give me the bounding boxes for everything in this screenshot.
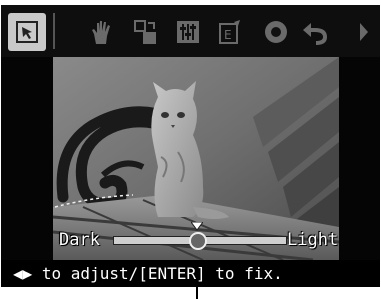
red-eye-tool-button[interactable] [257, 13, 295, 51]
adjust-tool-button[interactable] [169, 13, 207, 51]
select-arrow-icon [16, 21, 38, 43]
hand-icon [92, 21, 110, 44]
hand-tool-button[interactable] [83, 13, 121, 51]
brightness-slider-thumb[interactable] [189, 232, 207, 250]
slider-min-label: Dark [59, 230, 100, 250]
undo-icon [303, 23, 328, 45]
screen: E Dark Light ◀▶ to adjust/[ENTER] to fix… [1, 5, 380, 287]
instruction-bar: ◀▶ to adjust/[ENTER] to fix. [1, 260, 380, 287]
slider-marker-icon [191, 222, 203, 231]
toolbar: E [1, 5, 380, 57]
adjust-sliders-icon [177, 21, 199, 43]
callout-line [196, 286, 198, 299]
left-border [1, 57, 53, 260]
select-tool-button[interactable] [8, 13, 46, 51]
next-arrow-icon [360, 23, 368, 41]
instruction-text: to adjust/[ENTER] to fix. [32, 264, 283, 283]
red-eye-icon [265, 21, 287, 43]
right-border [339, 57, 380, 260]
edit-export-icon: E [219, 20, 240, 44]
slider-max-label: Light [287, 230, 339, 250]
rotate-resize-icon [134, 20, 156, 44]
rotate-tool-button[interactable] [127, 13, 165, 51]
toolbar-divider [53, 13, 55, 49]
edit-glyph: E [224, 28, 232, 42]
undo-tool-button[interactable] [297, 13, 335, 51]
edit-tool-button[interactable]: E [211, 13, 249, 51]
next-tool-button[interactable] [351, 13, 377, 51]
left-right-arrows-icon: ◀▶ [13, 264, 33, 283]
